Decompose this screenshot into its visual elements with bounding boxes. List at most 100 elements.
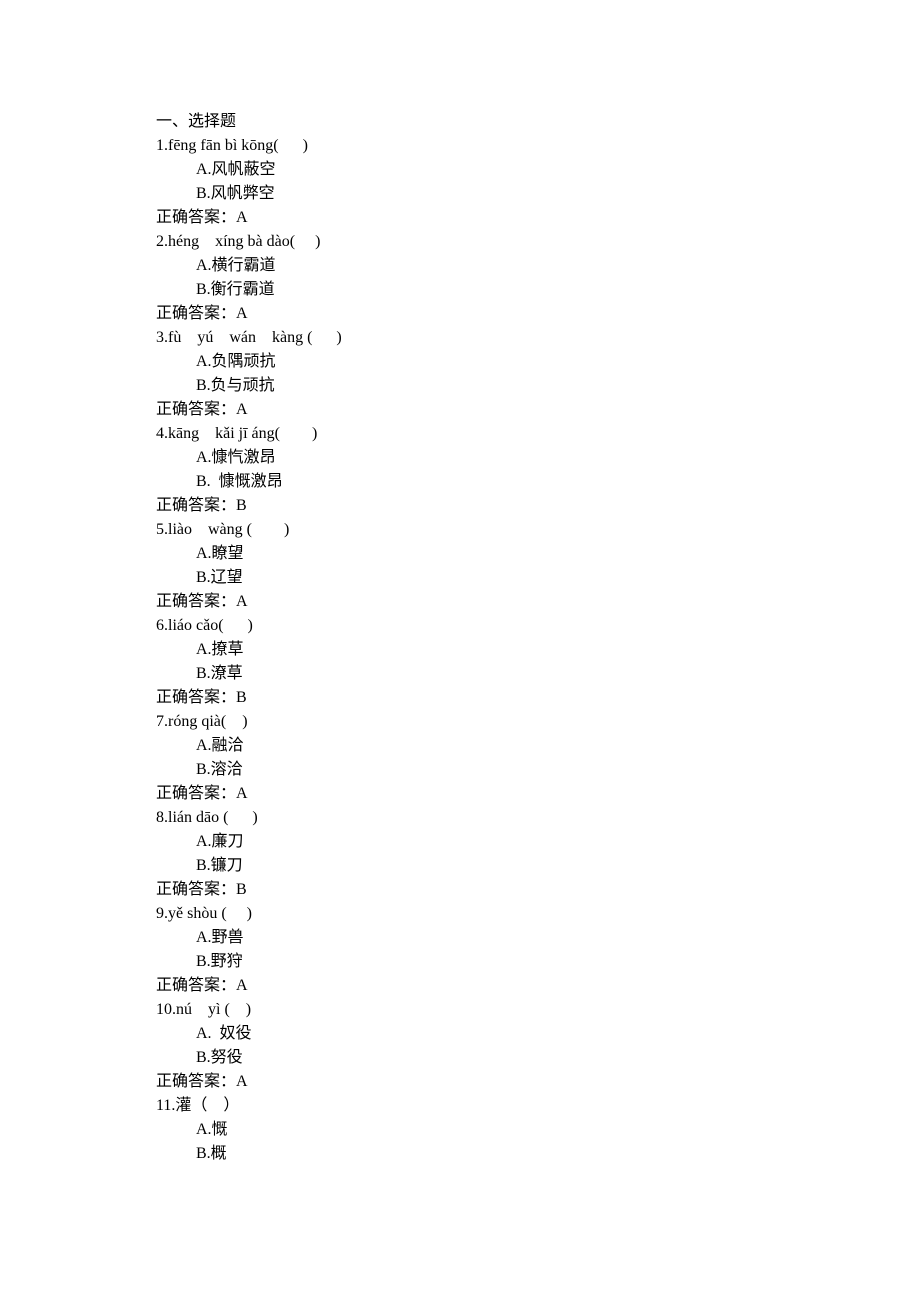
option-line: B.衡行霸道	[156, 278, 920, 302]
answer-value: A	[236, 305, 248, 322]
question-pinyin: róng qià( )	[168, 713, 248, 730]
answer-label: 正确答案：	[156, 977, 236, 994]
answer-line: 正确答案：A	[156, 206, 920, 230]
question-pinyin: yě shòu ( )	[168, 905, 252, 922]
answer-value: B	[236, 497, 247, 514]
option-line: A.横行霸道	[156, 254, 920, 278]
question-line: 6.liáo cǎo( )	[156, 614, 920, 638]
option-text: B.辽望	[196, 569, 243, 586]
question-line: 10.nú yì ( )	[156, 998, 920, 1022]
option-line: A.融洽	[156, 734, 920, 758]
question-number: 2	[156, 233, 164, 250]
answer-label: 正确答案：	[156, 1073, 236, 1090]
option-line: B.风帆弊空	[156, 182, 920, 206]
option-line: B.溶洽	[156, 758, 920, 782]
question-number: 6	[156, 617, 164, 634]
option-text: A.风帆蔽空	[196, 161, 276, 178]
option-text: A.廉刀	[196, 833, 244, 850]
question-number: 7	[156, 713, 164, 730]
section-title: 一、选择题	[156, 110, 920, 134]
question-number: 11	[156, 1097, 171, 1114]
answer-value: A	[236, 977, 248, 994]
option-line: A.撩草	[156, 638, 920, 662]
option-text: B.负与顽抗	[196, 377, 275, 394]
option-text: A.野兽	[196, 929, 244, 946]
option-text: A.融洽	[196, 737, 244, 754]
option-text: B.努役	[196, 1049, 243, 1066]
option-text: B.衡行霸道	[196, 281, 275, 298]
question-number: 4	[156, 425, 164, 442]
question-number: 10	[156, 1001, 172, 1018]
question-line: 9.yě shòu ( )	[156, 902, 920, 926]
option-line: B.负与顽抗	[156, 374, 920, 398]
question-number: 5	[156, 521, 164, 538]
answer-line: 正确答案：A	[156, 1070, 920, 1094]
question-pinyin: fēng fān bì kōng( )	[168, 137, 308, 154]
option-text: A.慨	[196, 1121, 228, 1138]
question-line: 8.lián dāo ( )	[156, 806, 920, 830]
option-line: A.野兽	[156, 926, 920, 950]
question-number: 3	[156, 329, 164, 346]
question-pinyin: lián dāo ( )	[168, 809, 258, 826]
option-text: A.横行霸道	[196, 257, 276, 274]
answer-line: 正确答案：B	[156, 494, 920, 518]
question-pinyin: kāng kǎi jī áng( )	[168, 425, 317, 442]
answer-label: 正确答案：	[156, 785, 236, 802]
option-text: B.野狩	[196, 953, 243, 970]
option-text: B.概	[196, 1145, 227, 1162]
option-line: B.努役	[156, 1046, 920, 1070]
option-text: A.慷忾激昂	[196, 449, 276, 466]
option-line: A.慷忾激昂	[156, 446, 920, 470]
question-number: 8	[156, 809, 164, 826]
question-number: 9	[156, 905, 164, 922]
answer-value: A	[236, 593, 248, 610]
answer-line: 正确答案：A	[156, 782, 920, 806]
questions-container: 1.fēng fān bì kōng( )A.风帆蔽空B.风帆弊空正确答案：A2…	[156, 134, 920, 1166]
option-text: B.潦草	[196, 665, 243, 682]
answer-line: 正确答案：A	[156, 590, 920, 614]
option-line: B. 慷慨激昂	[156, 470, 920, 494]
question-line: 5.liào wàng ( )	[156, 518, 920, 542]
question-line: 1.fēng fān bì kōng( )	[156, 134, 920, 158]
option-text: B.溶洽	[196, 761, 243, 778]
answer-line: 正确答案：A	[156, 974, 920, 998]
option-text: B.风帆弊空	[196, 185, 275, 202]
answer-line: 正确答案：B	[156, 878, 920, 902]
answer-label: 正确答案：	[156, 881, 236, 898]
question-pinyin: 灌（ ）	[175, 1097, 239, 1114]
option-text: B.镰刀	[196, 857, 243, 874]
answer-value: A	[236, 785, 248, 802]
answer-line: 正确答案：A	[156, 398, 920, 422]
question-pinyin: liào wàng ( )	[168, 521, 289, 538]
answer-value: B	[236, 881, 247, 898]
option-line: A.负隅顽抗	[156, 350, 920, 374]
answer-value: A	[236, 401, 248, 418]
question-line: 4.kāng kǎi jī áng( )	[156, 422, 920, 446]
question-line: 11.灌（ ）	[156, 1094, 920, 1118]
question-line: 2.héng xíng bà dào( )	[156, 230, 920, 254]
question-pinyin: fù yú wán kàng ( )	[168, 329, 342, 346]
question-line: 3.fù yú wán kàng ( )	[156, 326, 920, 350]
answer-line: 正确答案：B	[156, 686, 920, 710]
option-text: B. 慷慨激昂	[196, 473, 283, 490]
answer-label: 正确答案：	[156, 401, 236, 418]
option-line: B.镰刀	[156, 854, 920, 878]
option-text: A. 奴役	[196, 1025, 252, 1042]
option-line: B.潦草	[156, 662, 920, 686]
question-pinyin: liáo cǎo( )	[168, 617, 253, 634]
answer-value: A	[236, 209, 248, 226]
answer-value: B	[236, 689, 247, 706]
option-text: A.撩草	[196, 641, 244, 658]
option-text: A.瞭望	[196, 545, 244, 562]
option-line: A.瞭望	[156, 542, 920, 566]
option-line: A. 奴役	[156, 1022, 920, 1046]
option-text: A.负隅顽抗	[196, 353, 276, 370]
answer-label: 正确答案：	[156, 305, 236, 322]
question-number: 1	[156, 137, 164, 154]
option-line: A.廉刀	[156, 830, 920, 854]
answer-label: 正确答案：	[156, 209, 236, 226]
option-line: B.野狩	[156, 950, 920, 974]
answer-label: 正确答案：	[156, 689, 236, 706]
option-line: B.概	[156, 1142, 920, 1166]
option-line: A.慨	[156, 1118, 920, 1142]
